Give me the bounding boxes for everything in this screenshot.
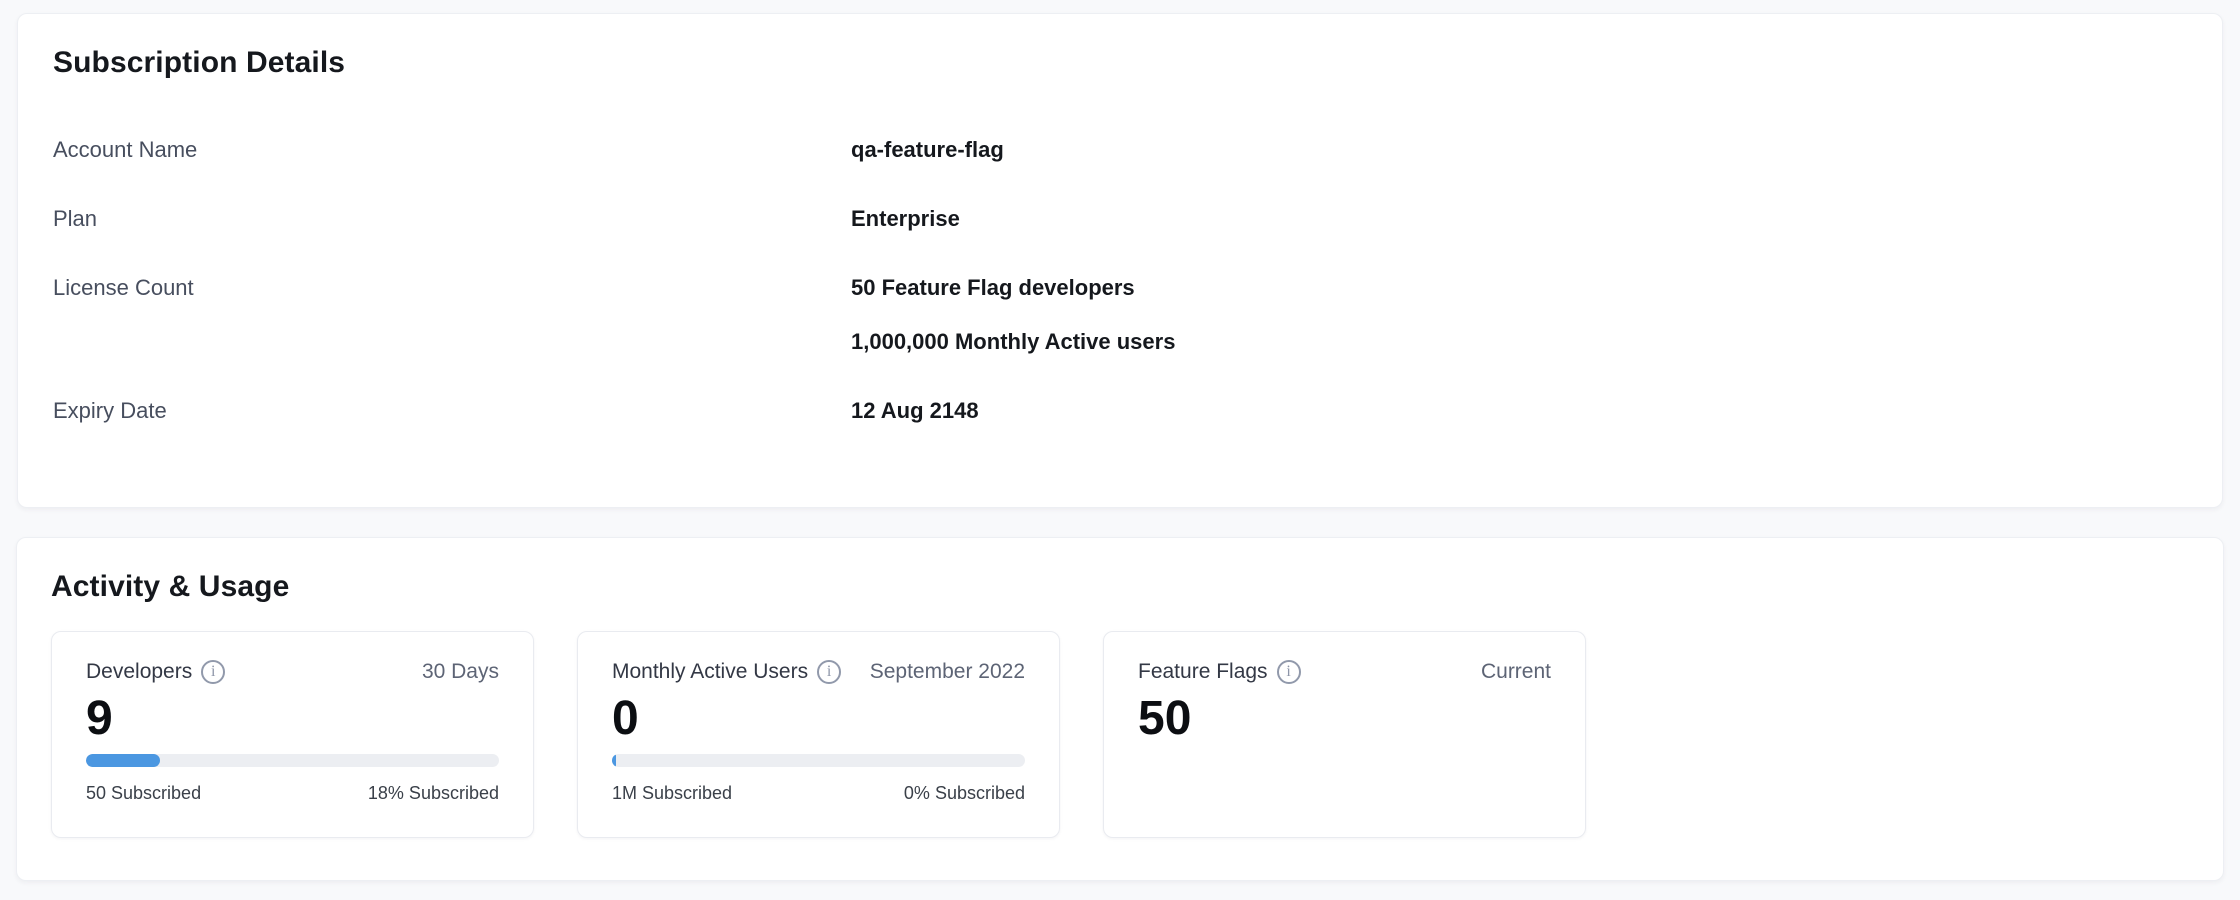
subscribed-percent-label: 0% Subscribed <box>904 782 1025 804</box>
detail-values: qa-feature-flag <box>851 133 2187 166</box>
license-mau-value: 1,000,000 Monthly Active users <box>851 325 2187 358</box>
stat-title-wrap: Developers i <box>86 658 225 685</box>
stat-footer: 1M Subscribed 0% Subscribed <box>612 782 1025 804</box>
detail-values: 12 Aug 2148 <box>851 394 2187 427</box>
account-name-value: qa-feature-flag <box>851 133 2187 166</box>
feature-flags-count: 50 <box>1138 690 1551 747</box>
stat-period: September 2022 <box>870 658 1025 685</box>
stat-card-feature-flags: Feature Flags i Current 50 <box>1103 631 1586 838</box>
subscription-detail-rows: Account Name qa-feature-flag Plan Enterp… <box>53 133 2187 427</box>
developers-count: 9 <box>86 690 499 747</box>
detail-label: License Count <box>53 271 851 304</box>
stat-period: Current <box>1481 658 1551 685</box>
mau-progress-fill <box>612 754 616 767</box>
license-developers-value: 50 Feature Flag developers <box>851 271 2187 304</box>
subscribed-total-label: 50 Subscribed <box>86 782 201 804</box>
info-icon-glyph: i <box>827 664 831 680</box>
stat-header: Developers i 30 Days <box>86 658 499 685</box>
activity-usage-card: Activity & Usage Developers i 30 Days 9 … <box>16 537 2224 881</box>
info-icon[interactable]: i <box>1277 660 1301 684</box>
subscribed-percent-label: 18% Subscribed <box>368 782 499 804</box>
stat-cards-row: Developers i 30 Days 9 50 Subscribed 18%… <box>51 631 2189 838</box>
info-icon[interactable]: i <box>201 660 225 684</box>
detail-values: Enterprise <box>851 202 2187 235</box>
detail-row-account-name: Account Name qa-feature-flag <box>53 133 2187 166</box>
info-icon[interactable]: i <box>817 660 841 684</box>
activity-usage-title: Activity & Usage <box>51 565 2189 609</box>
subscription-details-title: Subscription Details <box>53 41 2187 85</box>
detail-label: Expiry Date <box>53 394 851 427</box>
stat-title: Monthly Active Users <box>612 658 808 685</box>
stat-card-monthly-active-users: Monthly Active Users i September 2022 0 … <box>577 631 1060 838</box>
detail-label: Plan <box>53 202 851 235</box>
detail-row-license-count: License Count 50 Feature Flag developers… <box>53 271 2187 358</box>
plan-value: Enterprise <box>851 202 2187 235</box>
stat-title-wrap: Feature Flags i <box>1138 658 1301 685</box>
stat-title: Feature Flags <box>1138 658 1268 685</box>
detail-row-expiry-date: Expiry Date 12 Aug 2148 <box>53 394 2187 427</box>
info-icon-glyph: i <box>1286 664 1290 680</box>
mau-progress-track <box>612 754 1025 767</box>
stat-card-developers: Developers i 30 Days 9 50 Subscribed 18%… <box>51 631 534 838</box>
stat-header: Feature Flags i Current <box>1138 658 1551 685</box>
mau-count: 0 <box>612 690 1025 747</box>
detail-values: 50 Feature Flag developers 1,000,000 Mon… <box>851 271 2187 358</box>
developers-progress-fill <box>86 754 160 767</box>
detail-row-plan: Plan Enterprise <box>53 202 2187 235</box>
stat-title-wrap: Monthly Active Users i <box>612 658 841 685</box>
detail-label: Account Name <box>53 133 851 166</box>
developers-progress-track <box>86 754 499 767</box>
expiry-date-value: 12 Aug 2148 <box>851 394 2187 427</box>
stat-header: Monthly Active Users i September 2022 <box>612 658 1025 685</box>
stat-title: Developers <box>86 658 192 685</box>
subscription-details-card: Subscription Details Account Name qa-fea… <box>17 13 2223 508</box>
subscribed-total-label: 1M Subscribed <box>612 782 732 804</box>
stat-period: 30 Days <box>422 658 499 685</box>
info-icon-glyph: i <box>211 664 215 680</box>
stat-footer: 50 Subscribed 18% Subscribed <box>86 782 499 804</box>
